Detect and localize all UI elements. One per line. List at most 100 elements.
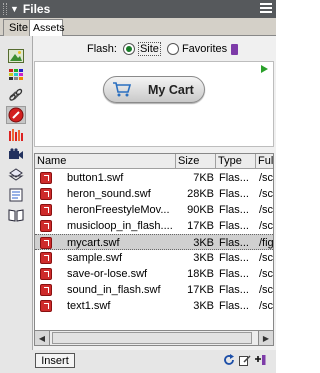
images-icon (8, 49, 24, 63)
flash-file-icon (40, 220, 52, 232)
shockwave-icon (9, 129, 23, 141)
file-name: musicloop_in_flash.... (67, 220, 173, 232)
refresh-icon (224, 354, 234, 365)
site-radio[interactable] (122, 43, 135, 55)
file-size: 3KB (193, 300, 214, 312)
templates-category-button[interactable] (6, 186, 26, 204)
file-type: Flas... (219, 172, 249, 184)
scroll-left-arrow-icon[interactable]: ◀ (35, 331, 50, 345)
flash-file-icon (40, 237, 52, 249)
asset-preview: My Cart (34, 61, 274, 147)
table-row-selected[interactable]: mycart.swf 3KB Flas... /fig (35, 234, 274, 250)
file-type: Flas... (219, 188, 249, 200)
table-row[interactable]: button1.swf 7KB Flas... /sc (35, 170, 274, 186)
scrollbar-thumb[interactable] (52, 332, 252, 344)
flash-file-icon (40, 252, 52, 264)
file-path: /sc (259, 300, 274, 312)
templates-icon (9, 188, 23, 202)
library-bookmark-icon (231, 43, 239, 55)
tab-assets[interactable]: Assets (29, 19, 65, 37)
panel-options-menu-icon[interactable] (260, 3, 272, 14)
favorites-radio-label[interactable]: Favorites (182, 43, 227, 55)
file-size: 90KB (187, 204, 214, 216)
favorites-radio[interactable] (166, 43, 179, 55)
flash-file-icon (40, 268, 52, 280)
movies-icon (9, 148, 23, 159)
asset-category-bar (2, 38, 30, 308)
scroll-right-arrow-icon[interactable]: ▶ (258, 331, 273, 345)
file-type: Flas... (219, 237, 249, 249)
file-size: 17KB (187, 220, 214, 232)
add-to-favorites-button[interactable] (254, 354, 266, 366)
tab-site[interactable]: Site (3, 19, 30, 36)
edit-icon (239, 355, 251, 366)
my-cart-preview-button: My Cart (103, 76, 205, 103)
column-header-type[interactable]: Type (216, 154, 256, 169)
file-name: button1.swf (67, 172, 124, 184)
add-to-favorites-icon (255, 355, 266, 365)
file-path: /fig (259, 237, 274, 249)
colors-category-button[interactable] (6, 66, 26, 84)
shockwave-category-button[interactable] (6, 126, 26, 144)
file-name: sound_in_flash.swf (67, 284, 161, 296)
refresh-site-list-button[interactable] (223, 354, 235, 366)
edit-button[interactable] (239, 354, 251, 366)
site-radio-label[interactable]: Site (137, 42, 161, 56)
library-icon (8, 209, 24, 222)
drag-grip-icon[interactable] (3, 3, 7, 15)
file-path: /sc (259, 204, 274, 216)
panel-tabs: Site Assets (0, 18, 276, 37)
file-size: 18KB (187, 268, 214, 280)
assets-table: Name Size Type Ful button1.swf 7KB Flas...… (34, 153, 274, 346)
file-size: 3KB (193, 237, 214, 249)
file-type: Flas... (219, 284, 249, 296)
column-header-name[interactable]: Name (35, 154, 176, 169)
file-type: Flas... (219, 220, 249, 232)
file-name: text1.swf (67, 300, 111, 312)
file-name: save-or-lose.swf (67, 268, 148, 280)
panel-titlebar[interactable]: ▼ Files (0, 0, 276, 18)
shopping-cart-icon (113, 82, 132, 97)
scripts-category-button[interactable] (6, 166, 26, 184)
my-cart-label: My Cart (148, 82, 194, 97)
file-name: mycart.swf (67, 237, 120, 249)
table-header: Name Size Type Ful (35, 154, 273, 169)
colors-icon (9, 69, 23, 80)
flash-label: Flash: (87, 43, 117, 55)
table-row[interactable]: sample.swf 3KB Flas... /sc (35, 250, 273, 266)
flash-file-icon (40, 300, 52, 312)
panel-title: Files (22, 2, 51, 16)
movies-category-button[interactable] (6, 146, 26, 164)
file-type: Flas... (219, 300, 249, 312)
flash-file-icon (40, 172, 52, 184)
file-size: 17KB (187, 284, 214, 296)
column-header-full-path[interactable]: Ful (256, 154, 273, 169)
play-icon[interactable] (261, 65, 268, 73)
table-row[interactable]: musicloop_in_flash.... 17KB Flas... /sc (35, 218, 273, 234)
file-path: /sc (259, 268, 274, 280)
flash-category-button[interactable] (6, 106, 26, 124)
file-type: Flas... (219, 252, 249, 264)
table-row[interactable]: text1.swf 3KB Flas... /sc (35, 298, 274, 314)
column-header-size[interactable]: Size (176, 154, 216, 169)
table-row[interactable]: heron_sound.swf 28KB Flas... /sc (35, 186, 273, 202)
file-size: 7KB (193, 172, 214, 184)
insert-button[interactable]: Insert (35, 353, 75, 368)
table-row[interactable]: heronFreestyleMov... 90KB Flas... /sc (35, 202, 274, 218)
table-row[interactable]: sound_in_flash.swf 17KB Flas... /sc (35, 282, 274, 298)
collapse-arrow-icon[interactable]: ▼ (10, 4, 19, 14)
images-category-button[interactable] (6, 47, 26, 65)
file-path: /sc (259, 172, 274, 184)
urls-category-button[interactable] (6, 86, 26, 104)
table-rows: button1.swf 7KB Flas... /sc heron_sound.swf… (35, 170, 274, 314)
urls-icon (9, 88, 23, 101)
horizontal-scrollbar[interactable]: ◀ ▶ (34, 330, 274, 346)
flash-filter-row: Flash: Site Favorites (32, 40, 276, 58)
file-path: /sc (259, 284, 274, 296)
library-category-button[interactable] (6, 206, 26, 224)
table-row[interactable]: save-or-lose.swf 18KB Flas... /sc (35, 266, 274, 282)
scripts-icon (8, 168, 24, 181)
flash-file-icon (40, 284, 52, 296)
assets-footer: Insert (32, 350, 276, 373)
flash-icon (8, 107, 24, 123)
